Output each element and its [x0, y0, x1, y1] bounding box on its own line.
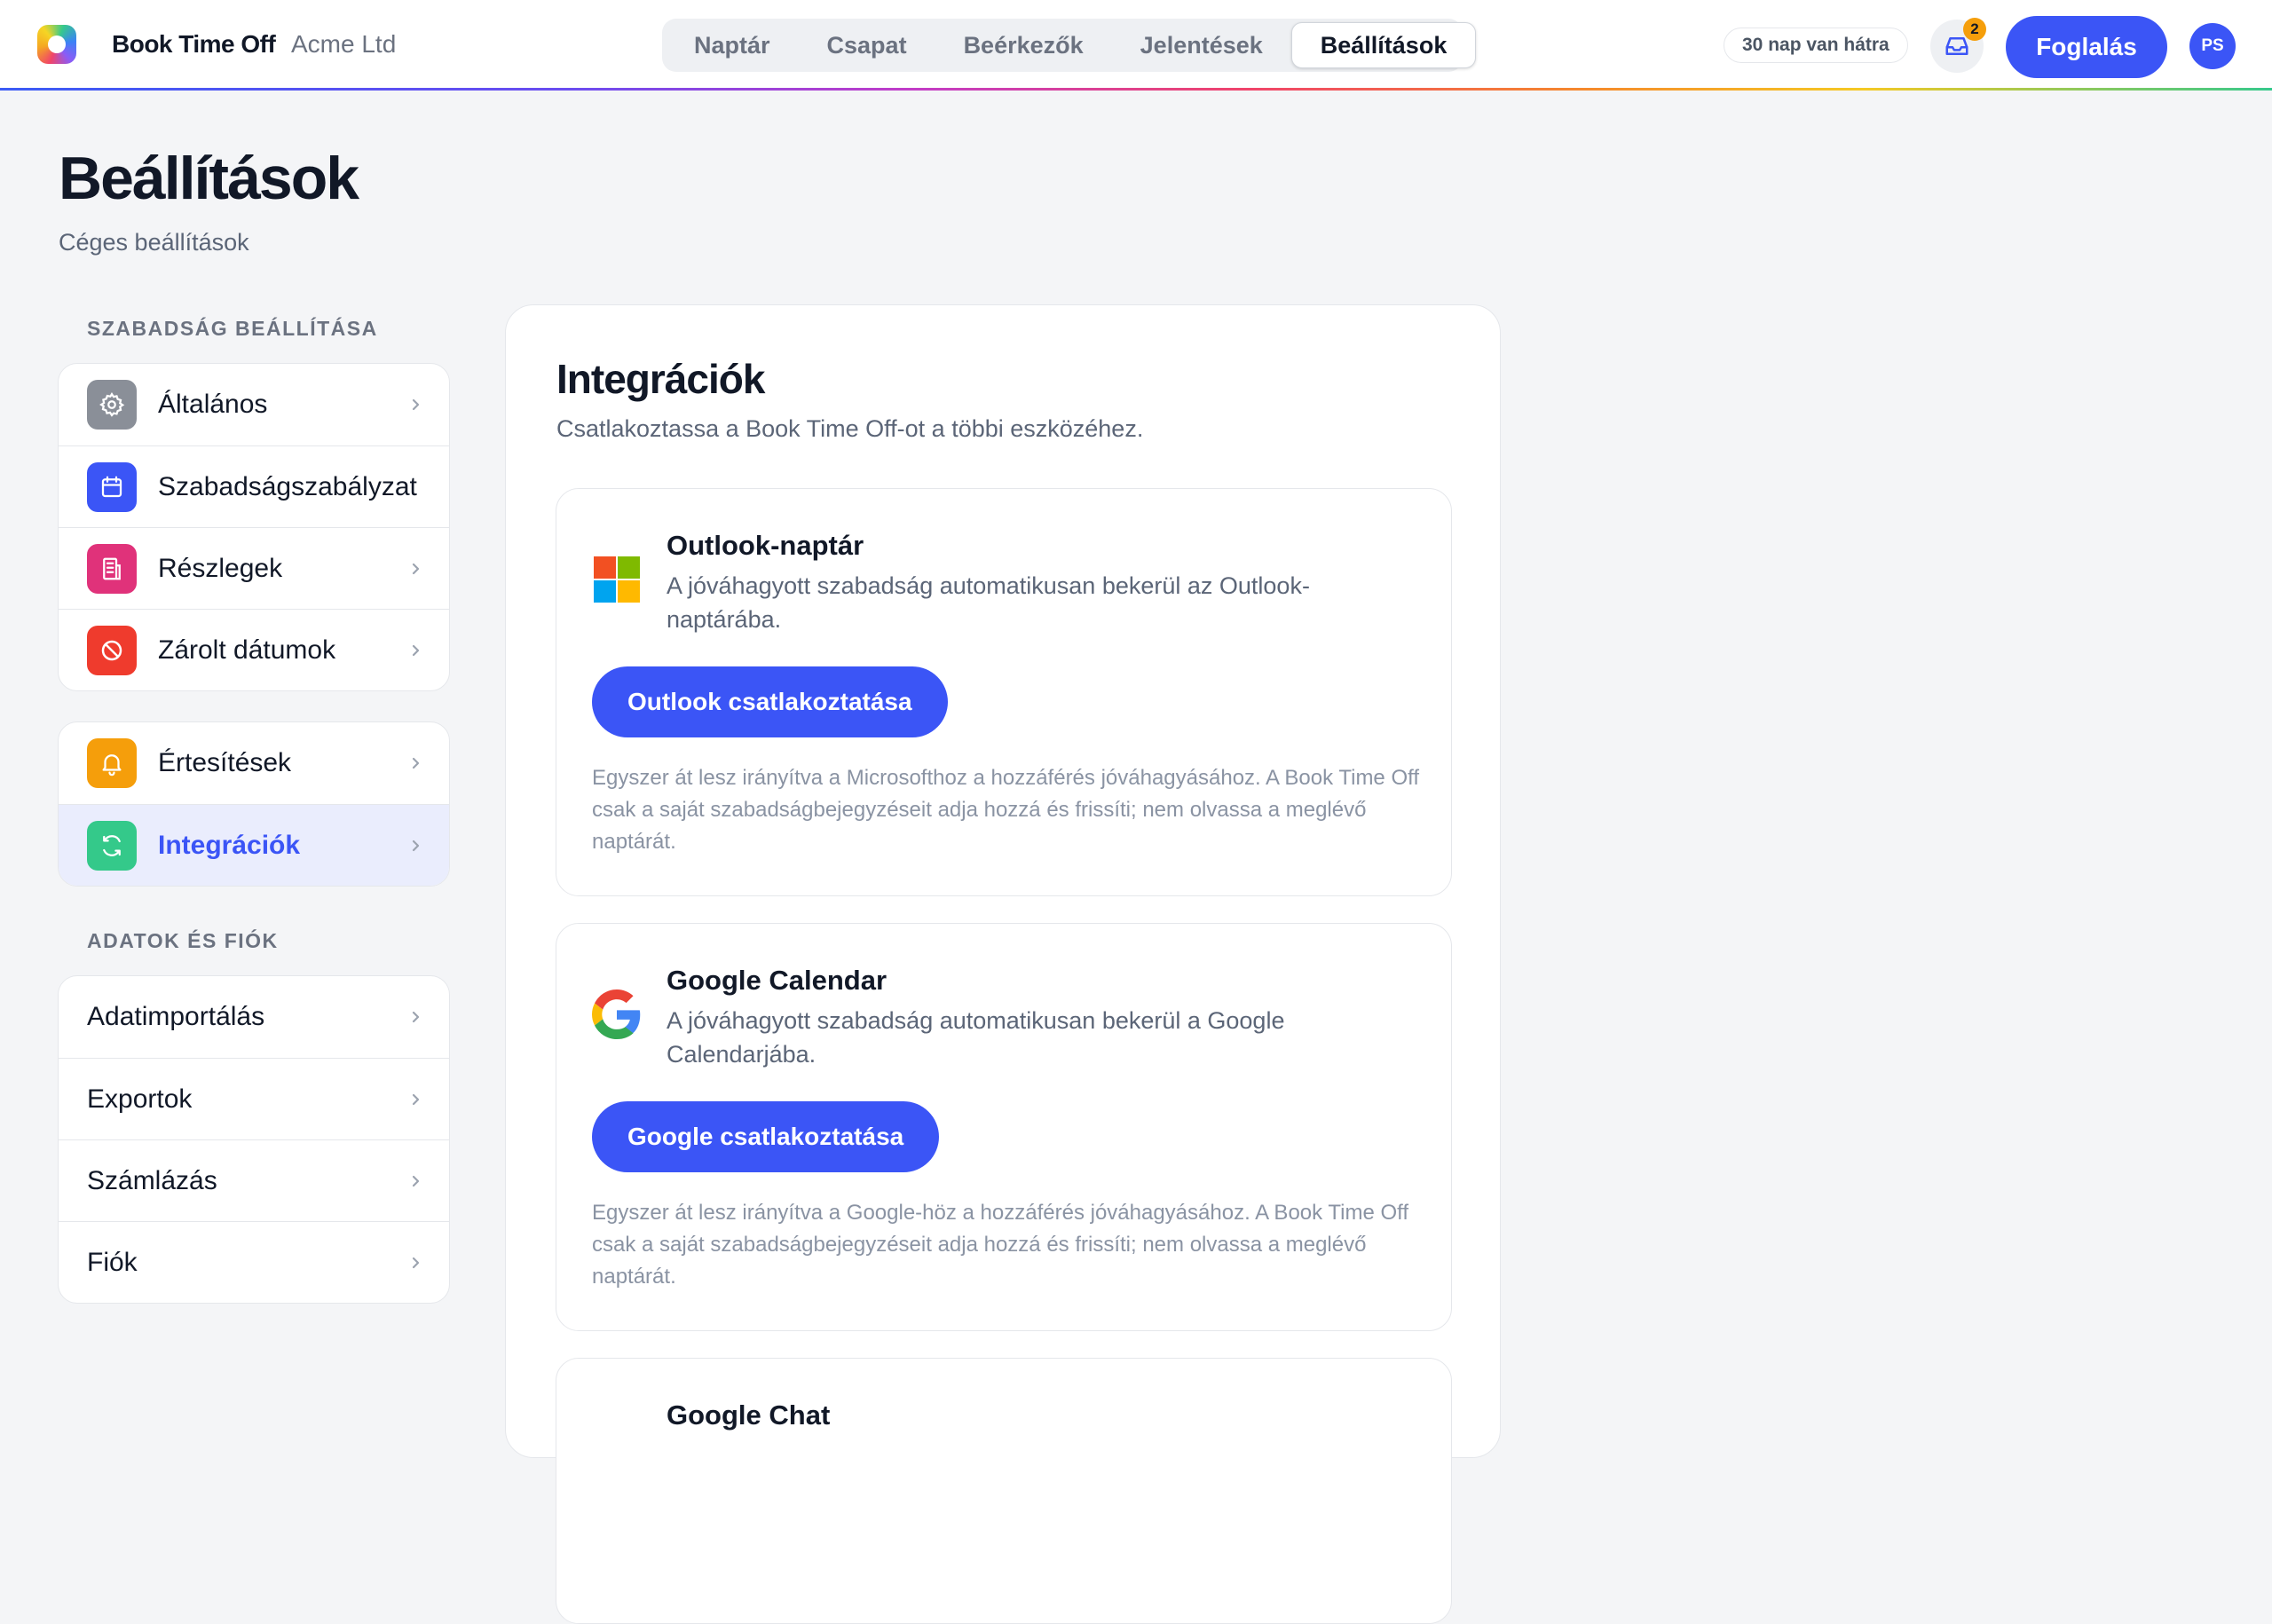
- integration-card-google-chat: Google Chat: [556, 1358, 1452, 1624]
- connect-outlook-button[interactable]: Outlook csatlakoztatása: [592, 666, 948, 737]
- sidebar-item-blocked-dates[interactable]: Zárolt dátumok: [59, 609, 449, 690]
- chevron-right-icon: [412, 840, 420, 851]
- user-avatar[interactable]: PS: [2189, 23, 2236, 69]
- sidebar-section-leave-settings: SZABADSÁG BEÁLLÍTÁSA: [87, 317, 378, 340]
- google-icon: [592, 989, 641, 1039]
- building-icon: [87, 543, 137, 594]
- chevron-right-icon: [412, 644, 420, 656]
- integrations-panel: Integrációk Csatlakoztassa a Book Time O…: [505, 304, 1501, 1624]
- sidebar-group-data: Adatimportálás Exportok Számlázás Fiók: [58, 975, 450, 1304]
- sidebar-item-label: Adatimportálás: [87, 1002, 265, 1031]
- integration-card-google-calendar: Google Calendar A jóváhagyott szabadság …: [556, 923, 1452, 1331]
- connect-google-button[interactable]: Google csatlakoztatása: [592, 1101, 940, 1172]
- tab-calendar[interactable]: Naptár: [666, 22, 799, 68]
- page-subtitle: Céges beállítások: [59, 229, 249, 256]
- chevron-right-icon: [412, 398, 420, 411]
- sidebar-item-label: Értesítések: [158, 748, 292, 777]
- sidebar-item-general[interactable]: Általános: [59, 364, 449, 445]
- app-logo[interactable]: [37, 25, 76, 64]
- sidebar-item-data-import[interactable]: Adatimportálás: [59, 976, 449, 1058]
- sidebar-item-label: Szabadságszabályzat: [158, 471, 417, 501]
- sidebar-section-data-account: ADATOK ÉS FIÓK: [87, 929, 279, 952]
- block-icon: [87, 625, 137, 675]
- sidebar-group-connections: Értesítések Integrációk: [58, 721, 450, 887]
- sync-icon: [87, 820, 137, 871]
- chevron-right-icon: [412, 1175, 420, 1186]
- integration-description: A jóváhagyott szabadság automatikusan be…: [667, 572, 1310, 633]
- integration-note: Egyszer át lesz irányítva a Microsofthoz…: [592, 766, 1420, 854]
- chevron-right-icon: [412, 1011, 420, 1023]
- integration-card-outlook: Outlook-naptár A jóváhagyott szabadság a…: [556, 488, 1452, 896]
- main-nav-tabs: Naptár Csapat Beérkezők Jelentések Beáll…: [662, 19, 1477, 72]
- integration-name: Google Calendar: [667, 965, 888, 996]
- panel-title: Integrációk: [556, 356, 765, 402]
- sidebar-item-label: Fiók: [87, 1247, 138, 1277]
- sidebar-item-notifications[interactable]: Értesítések: [59, 722, 449, 804]
- book-time-off-button[interactable]: Foglalás: [2006, 16, 2167, 78]
- sidebar-item-billing[interactable]: Számlázás: [59, 1139, 449, 1221]
- panel-subtitle: Csatlakoztassa a Book Time Off-ot a több…: [556, 415, 1144, 442]
- sidebar-item-label: Integrációk: [158, 830, 301, 860]
- microsoft-icon: [594, 556, 640, 603]
- chevron-right-icon: [412, 1257, 420, 1268]
- sidebar-group-leave: Általános Szabadságszabályzat Részlegek: [58, 363, 450, 691]
- header-accent-bar: [0, 88, 2272, 91]
- sidebar-item-account[interactable]: Fiók: [59, 1221, 449, 1303]
- integration-note: Egyszer át lesz irányítva a Google-höz a…: [592, 1201, 1409, 1289]
- calendar-icon: [87, 461, 137, 512]
- sidebar-item-label: Számlázás: [87, 1165, 217, 1195]
- sidebar-item-label: Zárolt dátumok: [158, 635, 336, 665]
- sidebar-item-label: Általános: [158, 390, 268, 419]
- bell-icon: [87, 738, 137, 788]
- tab-team[interactable]: Csapat: [799, 22, 935, 68]
- sidebar-item-departments[interactable]: Részlegek: [59, 527, 449, 609]
- chevron-right-icon: [412, 757, 420, 769]
- sidebar-item-integrations[interactable]: Integrációk: [59, 804, 449, 886]
- tab-requests[interactable]: Beérkezők: [935, 22, 1112, 68]
- integration-name: Outlook-naptár: [667, 530, 864, 561]
- tab-reports[interactable]: Jelentések: [1112, 22, 1291, 68]
- org-name: Acme Ltd: [291, 30, 397, 58]
- sidebar-item-label: Exportok: [87, 1084, 193, 1114]
- integration-description: A jóváhagyott szabadság automatikusan be…: [667, 1007, 1285, 1068]
- page-title: Beállítások: [59, 145, 359, 212]
- sidebar-item-label: Részlegek: [158, 553, 283, 583]
- gear-icon: [87, 380, 137, 430]
- chevron-right-icon: [412, 563, 420, 574]
- brand-name[interactable]: Book Time Off: [112, 30, 276, 59]
- integration-name: Google Chat: [667, 1399, 831, 1431]
- tab-settings[interactable]: Beállítások: [1290, 22, 1477, 68]
- top-bar: Book Time Off Acme Ltd Naptár Csapat Beé…: [0, 0, 2272, 91]
- sidebar-item-leave-policy[interactable]: Szabadságszabályzat: [59, 445, 449, 527]
- sidebar-item-exports[interactable]: Exportok: [59, 1058, 449, 1139]
- inbox-count-badge: 2: [1963, 18, 1986, 41]
- chevron-right-icon: [412, 1093, 420, 1105]
- days-left-badge: 30 nap van hátra: [1724, 28, 1908, 63]
